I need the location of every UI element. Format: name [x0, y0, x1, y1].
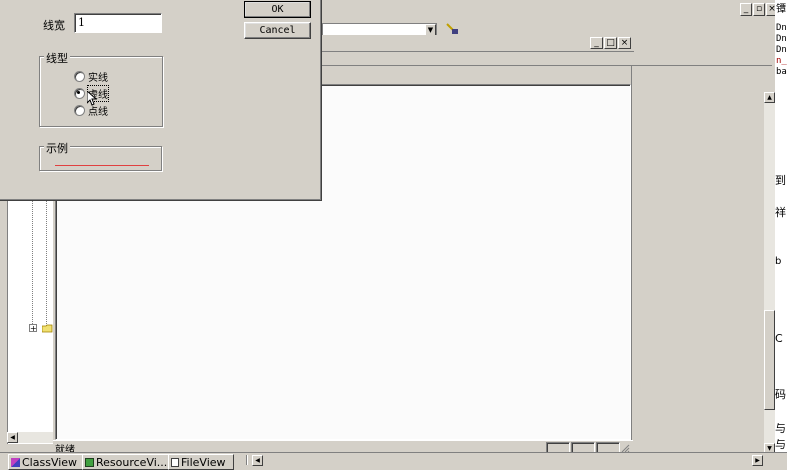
line-type-group-label: 线型 — [44, 50, 70, 66]
scroll-up-arrow[interactable]: ▲ — [764, 92, 775, 103]
bottom-tab-bar: ClassView ResourceVi... FileView ◀ ▶ — [0, 452, 787, 470]
resize-grip-icon[interactable] — [621, 443, 630, 453]
tab-fileview[interactable]: FileView — [168, 454, 234, 470]
code-line: ba — [776, 67, 787, 77]
code-side-glyph: 码 — [775, 388, 786, 401]
line-type-group: 线型 实线 虚线 点线 — [39, 50, 163, 127]
mouse-cursor-icon — [86, 89, 98, 107]
tab-resourceview[interactable]: ResourceVi... — [82, 454, 170, 470]
code-editor-panel: 镡 Dn Dn Dn n_ ba 到 祥 b C 码 与 与 — [775, 0, 787, 466]
app-restore-button[interactable]: ▫ — [753, 3, 765, 16]
folder-icon — [41, 323, 53, 333]
editor-vertical-scrollbar[interactable]: ▲ ▼ — [764, 92, 775, 454]
line-settings-dialog: 线宽 1 OK Cancel 线型 实线 虚线 点线 示例 — [0, 0, 322, 201]
scroll-thumb[interactable] — [764, 310, 775, 410]
app-window-controls: _ ▫ × — [740, 3, 778, 16]
title-fragment: 镡 — [776, 4, 786, 15]
tree-dotted-line — [46, 200, 47, 330]
class-icon — [11, 457, 20, 467]
sample-group-label: 示例 — [44, 140, 70, 156]
file-icon — [171, 457, 179, 467]
tab-separator — [246, 455, 248, 465]
code-side-glyph: C — [775, 332, 783, 345]
radio-button[interactable] — [74, 105, 85, 116]
scroll-left-arrow[interactable]: ◀ — [252, 455, 263, 466]
mdi-window-controls: _ □ × — [590, 37, 631, 49]
workspace-tree-panel: + — [7, 200, 53, 444]
tree-expand-toggle[interactable]: + — [29, 324, 37, 333]
scroll-left-arrow[interactable]: ◀ — [7, 432, 18, 443]
tree-dotted-line — [32, 200, 33, 330]
mdi-close-button[interactable]: × — [618, 37, 631, 49]
cancel-button[interactable]: Cancel — [244, 22, 311, 39]
mdi-maximize-button[interactable]: □ — [604, 37, 617, 49]
radio-button[interactable] — [74, 71, 85, 82]
code-side-glyph: 与 — [775, 422, 786, 435]
line-width-input[interactable]: 1 — [74, 13, 162, 33]
radio-solid[interactable]: 实线 — [74, 69, 108, 84]
code-side-glyph: 祥 — [775, 206, 786, 219]
frame-divider — [631, 66, 634, 456]
tree-horizontal-scrollbar[interactable]: ◀ — [7, 432, 53, 443]
chevron-down-icon: ▼ — [427, 25, 434, 34]
radio-button[interactable] — [74, 88, 85, 99]
code-line: Dn — [776, 45, 787, 55]
sample-line — [55, 165, 149, 166]
code-side-glyph: 到 — [775, 174, 786, 187]
code-side-glyph: b — [775, 256, 782, 267]
tab-classview[interactable]: ClassView — [8, 454, 84, 470]
line-width-label: 线宽 — [43, 19, 65, 32]
mdi-child-window: _ □ × — [322, 35, 634, 52]
resource-icon — [85, 457, 94, 467]
sample-group: 示例 — [39, 140, 162, 171]
code-line: Dn — [776, 34, 787, 44]
app-minimize-button[interactable]: _ — [740, 3, 752, 16]
code-line: n_ — [776, 56, 787, 66]
code-side-glyph: 与 — [775, 438, 786, 451]
code-lines: Dn Dn Dn n_ ba — [776, 23, 787, 78]
code-line: Dn — [776, 23, 787, 33]
scroll-right-arrow[interactable]: ▶ — [752, 455, 763, 466]
mdi-minimize-button[interactable]: _ — [590, 37, 603, 49]
ok-button[interactable]: OK — [244, 1, 311, 18]
mdi-child-menu-strip — [322, 52, 634, 66]
